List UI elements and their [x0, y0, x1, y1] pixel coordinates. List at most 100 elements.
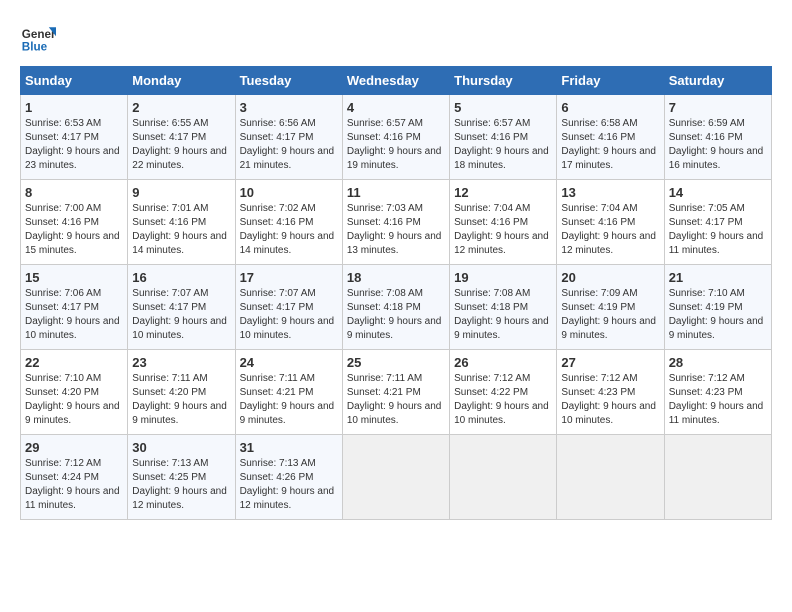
calendar-cell: 27 Sunrise: 7:12 AM Sunset: 4:23 PM Dayl… [557, 350, 664, 435]
week-row-2: 8 Sunrise: 7:00 AM Sunset: 4:16 PM Dayli… [21, 180, 772, 265]
calendar-cell: 17 Sunrise: 7:07 AM Sunset: 4:17 PM Dayl… [235, 265, 342, 350]
daylight-label: Daylight: 9 hours and 9 minutes. [25, 401, 120, 426]
calendar-cell: 7 Sunrise: 6:59 AM Sunset: 4:16 PM Dayli… [664, 95, 771, 180]
day-info: Sunrise: 7:11 AM Sunset: 4:20 PM Dayligh… [132, 372, 230, 428]
day-info: Sunrise: 6:53 AM Sunset: 4:17 PM Dayligh… [25, 117, 123, 173]
sunset-label: Sunset: 4:17 PM [240, 302, 314, 313]
calendar-cell: 8 Sunrise: 7:00 AM Sunset: 4:16 PM Dayli… [21, 180, 128, 265]
daylight-label: Daylight: 9 hours and 10 minutes. [561, 401, 656, 426]
sunset-label: Sunset: 4:16 PM [454, 217, 528, 228]
sunset-label: Sunset: 4:25 PM [132, 472, 206, 483]
sunrise-label: Sunrise: 7:01 AM [132, 203, 208, 214]
day-info: Sunrise: 7:03 AM Sunset: 4:16 PM Dayligh… [347, 202, 445, 258]
sunset-label: Sunset: 4:24 PM [25, 472, 99, 483]
sunrise-label: Sunrise: 7:04 AM [454, 203, 530, 214]
daylight-label: Daylight: 9 hours and 16 minutes. [669, 146, 764, 171]
day-info: Sunrise: 6:56 AM Sunset: 4:17 PM Dayligh… [240, 117, 338, 173]
sunset-label: Sunset: 4:17 PM [669, 217, 743, 228]
sunset-label: Sunset: 4:18 PM [347, 302, 421, 313]
day-info: Sunrise: 7:04 AM Sunset: 4:16 PM Dayligh… [454, 202, 552, 258]
sunset-label: Sunset: 4:17 PM [132, 302, 206, 313]
daylight-label: Daylight: 9 hours and 14 minutes. [240, 231, 335, 256]
sunrise-label: Sunrise: 6:53 AM [25, 118, 101, 129]
sunrise-label: Sunrise: 7:11 AM [240, 373, 315, 384]
sunset-label: Sunset: 4:16 PM [240, 217, 314, 228]
sunrise-label: Sunrise: 7:12 AM [669, 373, 745, 384]
sunset-label: Sunset: 4:23 PM [669, 387, 743, 398]
sunset-label: Sunset: 4:19 PM [669, 302, 743, 313]
day-info: Sunrise: 7:06 AM Sunset: 4:17 PM Dayligh… [25, 287, 123, 343]
sunrise-label: Sunrise: 7:11 AM [132, 373, 207, 384]
sunrise-label: Sunrise: 7:11 AM [347, 373, 422, 384]
day-number: 13 [561, 185, 659, 200]
daylight-label: Daylight: 9 hours and 10 minutes. [25, 316, 120, 341]
calendar-cell: 3 Sunrise: 6:56 AM Sunset: 4:17 PM Dayli… [235, 95, 342, 180]
calendar-cell: 25 Sunrise: 7:11 AM Sunset: 4:21 PM Dayl… [342, 350, 449, 435]
daylight-label: Daylight: 9 hours and 17 minutes. [561, 146, 656, 171]
header-wednesday: Wednesday [342, 67, 449, 95]
day-number: 7 [669, 100, 767, 115]
sunset-label: Sunset: 4:20 PM [25, 387, 99, 398]
week-row-5: 29 Sunrise: 7:12 AM Sunset: 4:24 PM Dayl… [21, 435, 772, 520]
daylight-label: Daylight: 9 hours and 19 minutes. [347, 146, 442, 171]
sunset-label: Sunset: 4:17 PM [25, 302, 99, 313]
day-info: Sunrise: 6:58 AM Sunset: 4:16 PM Dayligh… [561, 117, 659, 173]
daylight-label: Daylight: 9 hours and 22 minutes. [132, 146, 227, 171]
header-friday: Friday [557, 67, 664, 95]
sunrise-label: Sunrise: 7:10 AM [669, 288, 745, 299]
day-number: 12 [454, 185, 552, 200]
sunset-label: Sunset: 4:22 PM [454, 387, 528, 398]
daylight-label: Daylight: 9 hours and 12 minutes. [240, 486, 335, 511]
sunset-label: Sunset: 4:21 PM [347, 387, 421, 398]
daylight-label: Daylight: 9 hours and 10 minutes. [240, 316, 335, 341]
sunset-label: Sunset: 4:16 PM [669, 132, 743, 143]
sunrise-label: Sunrise: 7:12 AM [454, 373, 530, 384]
daylight-label: Daylight: 9 hours and 9 minutes. [240, 401, 335, 426]
sunrise-label: Sunrise: 7:05 AM [669, 203, 745, 214]
calendar-cell: 15 Sunrise: 7:06 AM Sunset: 4:17 PM Dayl… [21, 265, 128, 350]
header-tuesday: Tuesday [235, 67, 342, 95]
daylight-label: Daylight: 9 hours and 10 minutes. [347, 401, 442, 426]
day-info: Sunrise: 6:59 AM Sunset: 4:16 PM Dayligh… [669, 117, 767, 173]
sunset-label: Sunset: 4:16 PM [347, 217, 421, 228]
daylight-label: Daylight: 9 hours and 9 minutes. [132, 401, 227, 426]
sunset-label: Sunset: 4:20 PM [132, 387, 206, 398]
day-info: Sunrise: 7:01 AM Sunset: 4:16 PM Dayligh… [132, 202, 230, 258]
logo-icon: General Blue [20, 20, 56, 56]
sunset-label: Sunset: 4:19 PM [561, 302, 635, 313]
day-number: 1 [25, 100, 123, 115]
day-info: Sunrise: 7:10 AM Sunset: 4:19 PM Dayligh… [669, 287, 767, 343]
header-row: SundayMondayTuesdayWednesdayThursdayFrid… [21, 67, 772, 95]
daylight-label: Daylight: 9 hours and 9 minutes. [669, 316, 764, 341]
calendar-header: SundayMondayTuesdayWednesdayThursdayFrid… [21, 67, 772, 95]
sunrise-label: Sunrise: 7:07 AM [132, 288, 208, 299]
daylight-label: Daylight: 9 hours and 11 minutes. [25, 486, 120, 511]
daylight-label: Daylight: 9 hours and 9 minutes. [561, 316, 656, 341]
daylight-label: Daylight: 9 hours and 23 minutes. [25, 146, 120, 171]
calendar-cell [450, 435, 557, 520]
day-number: 24 [240, 355, 338, 370]
sunrise-label: Sunrise: 6:58 AM [561, 118, 637, 129]
calendar-body: 1 Sunrise: 6:53 AM Sunset: 4:17 PM Dayli… [21, 95, 772, 520]
day-number: 21 [669, 270, 767, 285]
sunrise-label: Sunrise: 6:57 AM [347, 118, 423, 129]
calendar-cell: 22 Sunrise: 7:10 AM Sunset: 4:20 PM Dayl… [21, 350, 128, 435]
day-number: 31 [240, 440, 338, 455]
day-number: 8 [25, 185, 123, 200]
day-number: 17 [240, 270, 338, 285]
sunrise-label: Sunrise: 7:10 AM [25, 373, 101, 384]
day-number: 20 [561, 270, 659, 285]
day-number: 22 [25, 355, 123, 370]
sunset-label: Sunset: 4:16 PM [132, 217, 206, 228]
day-info: Sunrise: 7:13 AM Sunset: 4:26 PM Dayligh… [240, 457, 338, 513]
calendar-cell: 21 Sunrise: 7:10 AM Sunset: 4:19 PM Dayl… [664, 265, 771, 350]
sunrise-label: Sunrise: 6:59 AM [669, 118, 745, 129]
sunrise-label: Sunrise: 7:08 AM [347, 288, 423, 299]
calendar-cell: 26 Sunrise: 7:12 AM Sunset: 4:22 PM Dayl… [450, 350, 557, 435]
daylight-label: Daylight: 9 hours and 12 minutes. [132, 486, 227, 511]
day-number: 2 [132, 100, 230, 115]
calendar-cell: 29 Sunrise: 7:12 AM Sunset: 4:24 PM Dayl… [21, 435, 128, 520]
sunset-label: Sunset: 4:17 PM [240, 132, 314, 143]
day-number: 27 [561, 355, 659, 370]
sunset-label: Sunset: 4:17 PM [25, 132, 99, 143]
